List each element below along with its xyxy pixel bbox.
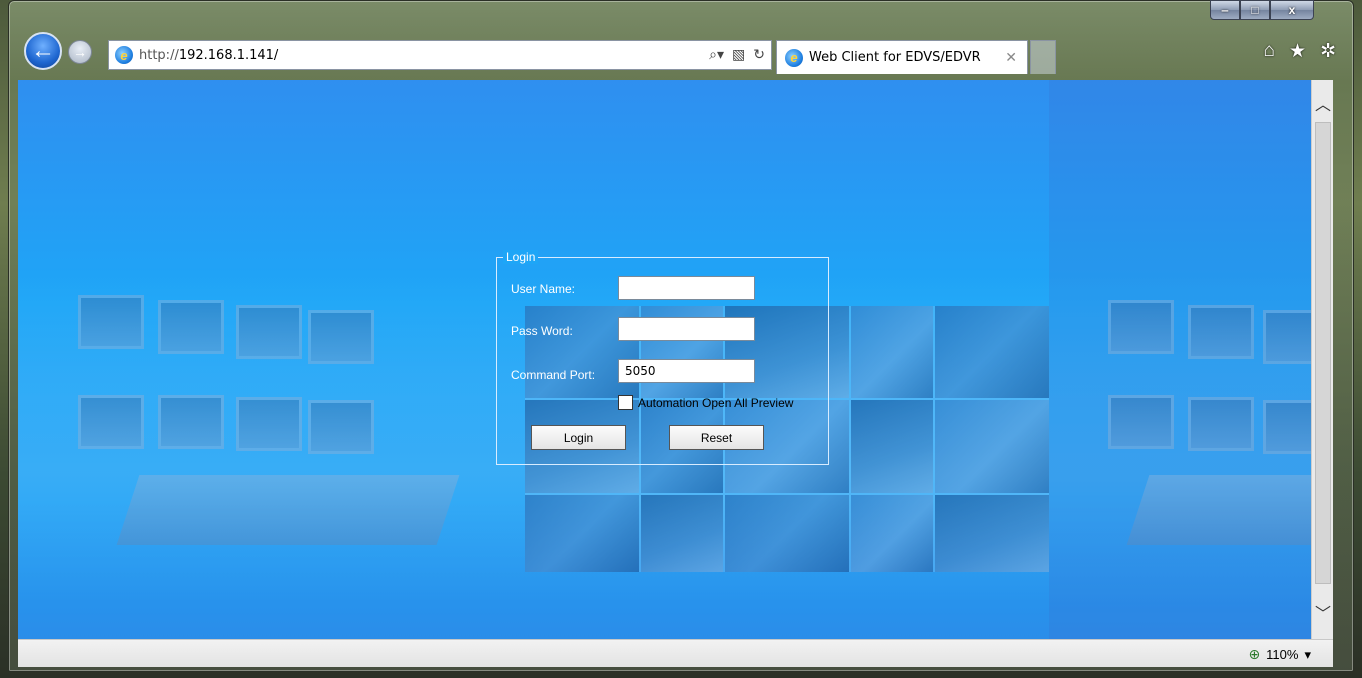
vertical-scrollbar[interactable]: ︿ ﹀	[1311, 80, 1333, 639]
command-port-input[interactable]	[618, 359, 755, 383]
tab-title: Web Client for EDVS/EDVR	[809, 50, 981, 65]
minimize-button[interactable]: ‒	[1210, 0, 1240, 20]
username-input[interactable]	[618, 276, 755, 300]
status-bar: ⊕ 110% ▾	[18, 639, 1333, 667]
chevron-down-icon[interactable]: ﹀	[1312, 597, 1334, 627]
address-bar[interactable]: e http://192.168.1.141/ ⌕▾ ▧ ↻	[108, 40, 772, 70]
close-button[interactable]: x	[1270, 0, 1314, 20]
search-icon[interactable]: ⌕▾	[709, 46, 724, 63]
chevron-up-icon[interactable]: ︿	[1312, 88, 1334, 118]
address-tools: ⌕▾ ▧ ↻	[709, 46, 765, 63]
back-arrow-icon: ←	[31, 37, 55, 64]
url-scheme: http://	[139, 47, 179, 63]
automation-checkbox-label[interactable]: Automation Open All Preview	[638, 396, 793, 410]
browser-tools: ⌂ ★ ✲	[1264, 40, 1336, 63]
scroll-thumb[interactable]	[1315, 122, 1331, 584]
forward-arrow-icon: →	[73, 44, 87, 60]
background-console-left	[58, 285, 460, 555]
zoom-dropdown-icon[interactable]: ▾	[1304, 647, 1311, 663]
login-button[interactable]: Login	[531, 425, 626, 450]
username-label: User Name:	[511, 282, 576, 296]
back-button[interactable]: ←	[24, 32, 62, 70]
reset-button[interactable]: Reset	[669, 425, 764, 450]
zoom-control[interactable]: ⊕ 110% ▾	[1248, 646, 1311, 663]
address-url[interactable]: http://192.168.1.141/	[139, 48, 278, 63]
window-caption-buttons: ‒ □ x	[1210, 0, 1314, 26]
password-input[interactable]	[618, 317, 755, 341]
page-content: Login User Name: Pass Word: Command Port…	[18, 80, 1311, 639]
maximize-button[interactable]: □	[1240, 0, 1270, 20]
ie-logo-icon: e	[785, 48, 803, 67]
forward-button[interactable]: →	[68, 40, 92, 64]
compatibility-icon[interactable]: ▧	[732, 46, 745, 63]
automation-checkbox[interactable]	[618, 395, 633, 410]
home-icon[interactable]: ⌂	[1264, 40, 1275, 63]
zoom-level: 110%	[1266, 647, 1299, 662]
new-tab-button[interactable]	[1030, 40, 1056, 74]
login-fieldset: Login User Name: Pass Word: Command Port…	[496, 250, 829, 465]
password-label: Pass Word:	[511, 324, 573, 338]
tools-gear-icon[interactable]: ✲	[1320, 40, 1336, 63]
background-console-right	[1098, 285, 1311, 555]
ie-logo-icon: e	[115, 46, 133, 64]
url-host: 192.168.1.141/	[178, 47, 279, 63]
login-legend: Login	[503, 250, 539, 264]
tab-active[interactable]: e Web Client for EDVS/EDVR ✕	[776, 40, 1028, 74]
tab-close-icon[interactable]: ✕	[1005, 49, 1017, 66]
command-port-label: Command Port:	[511, 368, 596, 382]
zoom-icon: ⊕	[1248, 646, 1261, 662]
refresh-icon[interactable]: ↻	[753, 46, 765, 63]
favorites-star-icon[interactable]: ★	[1289, 40, 1306, 63]
